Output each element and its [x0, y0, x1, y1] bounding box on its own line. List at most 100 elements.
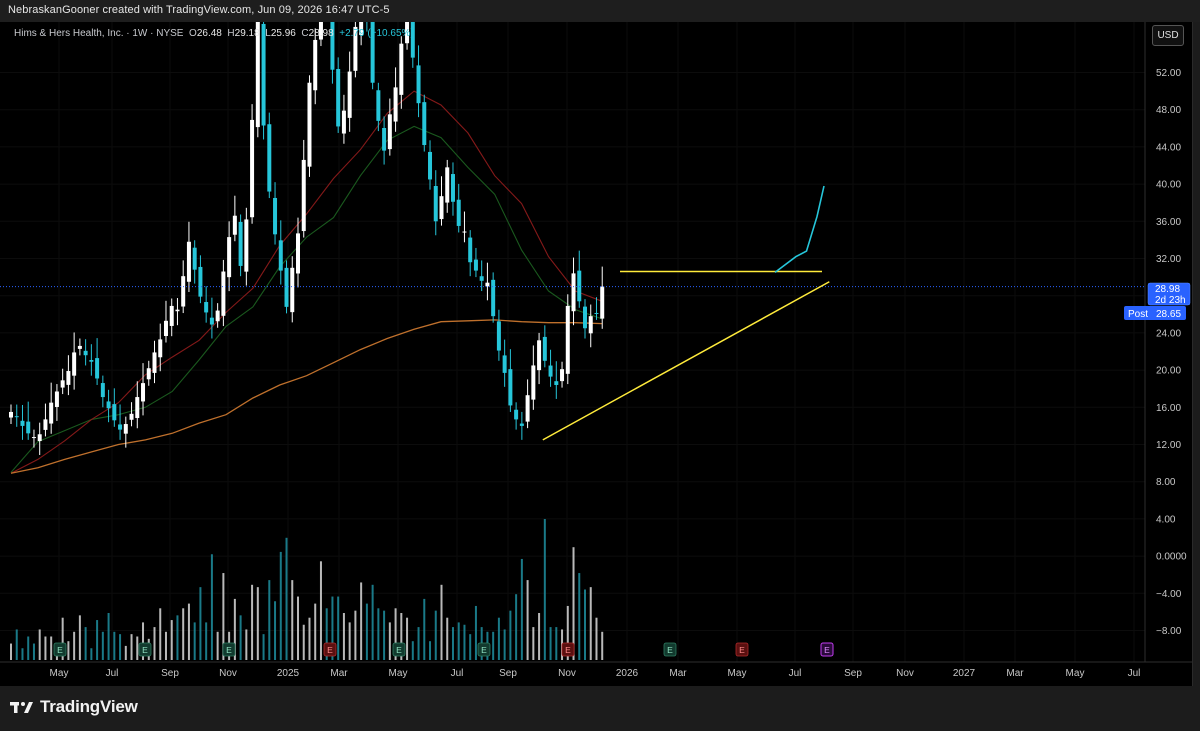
- volume-bar: [492, 631, 495, 660]
- candle-body: [600, 286, 605, 319]
- volume-bar: [463, 624, 466, 660]
- volume-bar: [176, 615, 179, 660]
- volume-bar: [32, 643, 35, 660]
- volume-bar: [503, 629, 506, 660]
- high-label: H: [227, 28, 235, 39]
- countdown-tag: 2d 23h: [1155, 295, 1186, 306]
- candle-body: [31, 437, 36, 439]
- candle-body: [163, 320, 168, 336]
- candle-body: [181, 276, 186, 307]
- x-tick-label: May: [50, 668, 69, 679]
- volume-bar: [170, 620, 173, 660]
- volume-bar: [446, 617, 449, 660]
- candle-body: [542, 336, 547, 361]
- volume-bar: [262, 634, 265, 660]
- volume-histogram: [10, 519, 604, 660]
- candle-body: [416, 65, 421, 104]
- price-chart[interactable]: E E E E E E E E E E 52.00 48.00 44.00 40.00 36.00 32.0…: [0, 0, 1200, 731]
- volume-bar: [434, 610, 437, 660]
- candle-body: [26, 421, 31, 434]
- volume-bar: [10, 643, 12, 660]
- earnings-label: E: [481, 645, 487, 655]
- x-tick-label: Sep: [161, 668, 179, 679]
- candle-body: [77, 345, 82, 349]
- x-tick-label: Jul: [789, 668, 802, 679]
- candle-body: [267, 124, 272, 192]
- x-tick-label: May: [1066, 668, 1085, 679]
- volume-bar: [406, 617, 409, 660]
- candle-body: [54, 391, 59, 407]
- candle-body: [433, 186, 438, 222]
- candle-body: [284, 267, 289, 307]
- volume-bar: [584, 589, 586, 660]
- volume-bar: [274, 601, 277, 660]
- candle-body: [313, 39, 318, 91]
- volume-bar: [193, 622, 196, 660]
- candle-body: [468, 237, 473, 263]
- volume-bar: [38, 629, 41, 660]
- volume-bar: [130, 634, 133, 660]
- volume-bar: [365, 603, 368, 660]
- volume-bar: [469, 634, 472, 660]
- volume-bar: [302, 624, 305, 660]
- tradingview-logo-icon: [10, 702, 33, 713]
- candle-body: [548, 365, 553, 377]
- candle-body: [106, 401, 111, 409]
- volume-bar: [279, 551, 282, 660]
- volume-bar: [268, 580, 271, 660]
- change-value: +2.79 (+10.65%): [339, 28, 414, 39]
- price-axis[interactable]: 52.0048.0044.0040.0036.0032.0028.0024.00…: [1144, 22, 1187, 662]
- candle-body: [175, 309, 180, 312]
- volume-bar: [360, 582, 363, 660]
- earnings-label: E: [667, 645, 673, 655]
- candle-body: [307, 82, 312, 167]
- candle-body: [439, 196, 444, 220]
- volume-bar: [314, 603, 317, 660]
- volume-bar: [297, 596, 299, 660]
- candle-body: [118, 424, 123, 430]
- candle-body: [336, 68, 341, 127]
- candle-body: [152, 352, 157, 373]
- candle-body: [146, 368, 151, 380]
- earnings-label: E: [57, 645, 63, 655]
- candle-body: [83, 350, 88, 356]
- candle-body: [89, 360, 94, 362]
- candle-body: [232, 215, 237, 235]
- brand-name: TradingView: [40, 697, 138, 716]
- volume-bar: [159, 608, 162, 660]
- volume-bar: [354, 610, 357, 660]
- candle-body: [135, 397, 140, 419]
- volume-bar: [601, 631, 604, 660]
- candle-body: [169, 305, 174, 326]
- upcoming-earnings-label: E: [824, 645, 830, 655]
- candle-body: [325, 0, 329, 10]
- candle-body: [66, 371, 71, 385]
- x-tick-label: Jul: [1128, 668, 1141, 679]
- last-price-tag: 28.98: [1155, 284, 1180, 295]
- volume-bar: [84, 627, 87, 660]
- volume-bar: [113, 631, 116, 660]
- volume-bar: [555, 627, 558, 660]
- volume-bar: [509, 610, 512, 660]
- volume-bar: [578, 573, 581, 660]
- candle-body: [100, 383, 105, 398]
- symbol-legend[interactable]: Hims & Hers Health, Inc. · 1W · NYSE O26…: [14, 28, 414, 39]
- volume-bar: [210, 554, 213, 660]
- earnings-label: E: [565, 645, 571, 655]
- y-tick-label: 4.00: [1156, 514, 1176, 525]
- candlestick-series[interactable]: [9, 0, 605, 455]
- volume-bar: [199, 587, 202, 660]
- volume-bar: [182, 608, 185, 660]
- earnings-label: E: [142, 645, 148, 655]
- open-label: O: [189, 28, 197, 39]
- time-axis[interactable]: May Jul Sep Nov 2025 Mar May Jul Sep Nov 2026 Mar Ma…: [0, 661, 1192, 679]
- moving-average-line: [10, 90, 603, 474]
- x-tick-label: Mar: [669, 668, 687, 679]
- currency-button[interactable]: USD: [1152, 25, 1184, 46]
- volume-bar: [67, 641, 70, 660]
- y-tick-label: 12.00: [1156, 440, 1181, 451]
- candle-body: [508, 369, 513, 406]
- y-tick-label: 44.00: [1156, 142, 1181, 153]
- candle-body: [422, 102, 427, 146]
- moving-averages: [10, 90, 603, 474]
